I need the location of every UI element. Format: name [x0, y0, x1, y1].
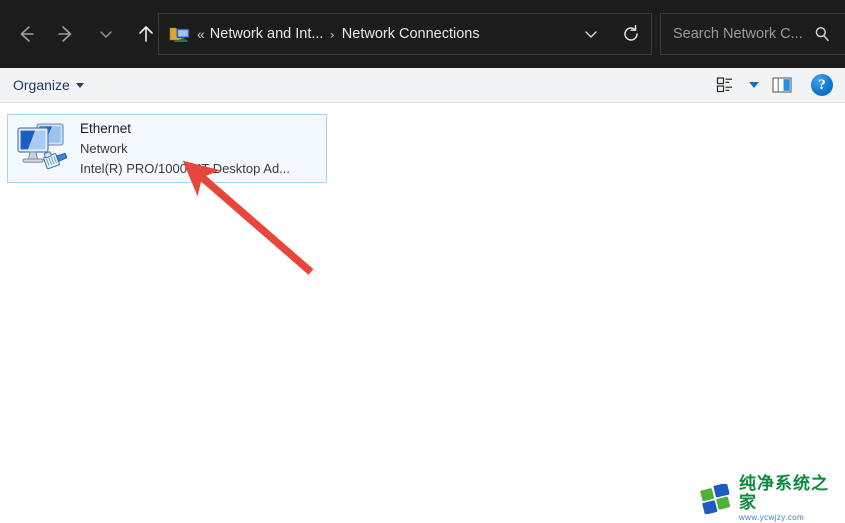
view-dropdown-button[interactable]: [743, 70, 765, 100]
organize-label: Organize: [13, 77, 70, 93]
watermark: 纯净系统之家 www.ycwjzy.com: [700, 475, 840, 522]
command-bar-right-group: ?: [709, 70, 833, 100]
help-button[interactable]: ?: [811, 74, 833, 96]
connection-status: Network: [80, 140, 128, 156]
ethernet-adapter-icon: [12, 120, 74, 178]
search-icon: [813, 25, 831, 43]
breadcrumb-item-network-and-internet[interactable]: Network and Int...: [210, 26, 324, 42]
brand-logo-icon: [700, 482, 734, 515]
list-view-icon: [716, 77, 732, 93]
breadcrumb-separator: ›: [330, 27, 335, 41]
watermark-text: 纯净系统之家 www.ycwjzy.com: [739, 475, 840, 523]
list-item[interactable]: Ethernet Network Intel(R) PRO/1000 MT De…: [7, 114, 327, 183]
breadcrumb-item-network-connections[interactable]: Network Connections: [342, 26, 480, 42]
arrow-up-icon: [139, 26, 153, 42]
chevron-down-icon: [100, 31, 112, 38]
preview-pane-icon: [772, 77, 792, 93]
view-options-button[interactable]: [709, 70, 743, 100]
previous-locations-button[interactable]: [571, 14, 611, 54]
search-box[interactable]: Search Network C...: [660, 13, 845, 55]
list-item-text: Ethernet Network Intel(R) PRO/1000 MT De…: [80, 119, 290, 179]
refresh-button[interactable]: [611, 14, 651, 54]
caret-down-icon: [749, 82, 759, 88]
arrow-right-icon: [58, 26, 72, 42]
address-bar[interactable]: « Network and Int... › Network Connectio…: [158, 13, 652, 55]
breadcrumb-overflow[interactable]: «: [197, 26, 205, 42]
recent-locations-button[interactable]: [86, 14, 126, 54]
content-area[interactable]: Ethernet Network Intel(R) PRO/1000 MT De…: [0, 103, 845, 520]
brand-name: 纯净系统之家: [739, 474, 829, 513]
refresh-icon: [624, 24, 638, 41]
connection-name: Ethernet: [80, 120, 132, 136]
caret-down-icon: [75, 82, 84, 88]
connection-device: Intel(R) PRO/1000 MT Desktop Ad...: [80, 160, 291, 176]
brand-url: www.ycwjzy.com: [739, 513, 805, 522]
search-input[interactable]: Search Network C...: [673, 26, 813, 42]
arrow-left-icon: [20, 26, 34, 42]
forward-button[interactable]: [46, 14, 86, 54]
explorer-window: « Network and Int... › Network Connectio…: [0, 0, 845, 522]
command-bar: Organize ?: [0, 68, 845, 103]
help-label: ?: [818, 76, 826, 93]
preview-pane-button[interactable]: [765, 70, 799, 100]
title-bar: « Network and Int... › Network Connectio…: [0, 0, 845, 68]
organize-button[interactable]: Organize: [13, 77, 84, 93]
back-button[interactable]: [6, 14, 46, 54]
chevron-down-icon: [585, 31, 597, 38]
network-folder-icon: [169, 24, 191, 44]
